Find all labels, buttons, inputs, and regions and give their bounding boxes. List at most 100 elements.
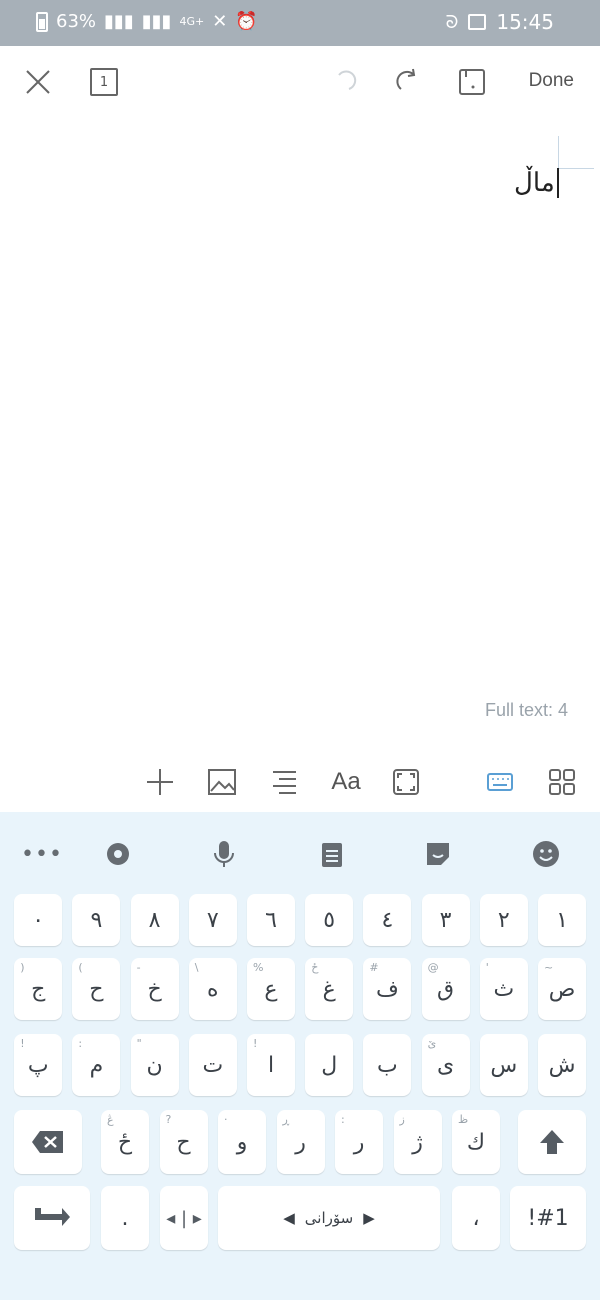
save-button[interactable]	[452, 62, 492, 102]
image-button[interactable]	[202, 762, 242, 802]
page-number: 1	[99, 74, 109, 90]
key-sublabel: \	[194, 961, 199, 974]
period-key[interactable]: .	[101, 1186, 149, 1250]
letter-key[interactable]: ف #	[363, 958, 412, 1020]
battery-icon	[36, 11, 48, 32]
key-label: ل	[321, 1052, 338, 1078]
key-sublabel: "	[136, 1037, 142, 1050]
full-text-count: Full text: 4	[484, 700, 568, 720]
key-label: ٨	[148, 907, 161, 933]
emoji-button[interactable]	[526, 834, 566, 874]
letter-key[interactable]: ح?	[159, 1110, 208, 1174]
done-button[interactable]: Done	[529, 70, 574, 92]
number-key[interactable]: ١	[538, 894, 586, 946]
text-size-button[interactable]: Aa	[326, 762, 366, 802]
letter-key[interactable]: كظ	[452, 1110, 500, 1174]
key-label: ف	[375, 976, 399, 1002]
number-key[interactable]: ٢	[479, 894, 528, 946]
save-icon	[459, 69, 485, 95]
enter-key[interactable]	[14, 1186, 90, 1250]
settings-button[interactable]	[98, 834, 138, 874]
letter-key[interactable]: ه \	[188, 958, 237, 1020]
fit-button[interactable]	[386, 762, 426, 802]
keyboard: ••• ١ ٢ ٣ ٤ ٥ ٦ ٧ ٨ ٩ ٠ ص ~ ث ' ق @ ف # …	[0, 812, 600, 1300]
number-key[interactable]: ٨	[130, 894, 179, 946]
number-key[interactable]: ٣	[421, 894, 470, 946]
letter-key[interactable]: ت	[188, 1034, 237, 1096]
top-toolbar: 1 Done	[0, 46, 600, 116]
letter-key[interactable]: ج)	[14, 958, 63, 1020]
settings-icon	[107, 843, 129, 865]
key-label: ش	[548, 1052, 576, 1078]
letter-key[interactable]: ص ~	[538, 958, 586, 1020]
key-label: ح	[89, 976, 104, 1002]
redo-button[interactable]	[388, 62, 428, 102]
letter-key[interactable]: ل	[305, 1034, 354, 1096]
clock: 15:45	[496, 10, 554, 34]
add-button[interactable]	[140, 762, 180, 802]
number-key[interactable]: ٦	[247, 894, 295, 946]
bottom-tools: Aa	[0, 750, 600, 812]
letter-key[interactable]: خ-	[130, 958, 179, 1020]
letter-key[interactable]: ر:	[335, 1110, 383, 1174]
more-icon: •••	[21, 841, 63, 867]
letter-key[interactable]: ب	[363, 1034, 412, 1096]
letter-key[interactable]: م:	[72, 1034, 121, 1096]
space-key[interactable]: ◀ سۆرانی ▶	[218, 1186, 440, 1250]
number-key[interactable]: ٤	[363, 894, 412, 946]
mic-button[interactable]	[204, 834, 244, 874]
grid-button[interactable]	[542, 762, 582, 802]
letter-key[interactable]: ځڠ	[101, 1110, 149, 1174]
number-key[interactable]: ٩	[72, 894, 121, 946]
letter-key[interactable]: و ·	[218, 1110, 266, 1174]
key-label: ا	[267, 1052, 275, 1078]
letter-key[interactable]: ن "	[130, 1034, 179, 1096]
image-icon	[208, 769, 236, 795]
letter-key[interactable]: ژز	[393, 1110, 442, 1174]
key-label: ٧	[206, 907, 219, 933]
clipboard-icon	[322, 843, 342, 867]
notification-icon: ᘐ	[445, 11, 459, 33]
key-sublabel: ڠ	[107, 1113, 114, 1126]
handwriting-canvas[interactable]: ماڵ Full text: 4	[0, 116, 600, 736]
more-button[interactable]: •••	[21, 834, 63, 874]
key-sublabel: )	[20, 961, 25, 974]
letter-key[interactable]: س	[479, 1034, 528, 1096]
key-sublabel: ڕ	[282, 1113, 290, 1126]
arrow-right-icon: ▶	[363, 1209, 375, 1227]
shift-icon	[540, 1130, 564, 1154]
backspace-key[interactable]	[14, 1110, 82, 1174]
letter-key[interactable]: غځ	[305, 958, 354, 1020]
number-key[interactable]: ٥	[305, 894, 354, 946]
letter-key[interactable]: ش	[538, 1034, 586, 1096]
key-sublabel: ێ	[427, 1037, 437, 1050]
number-key[interactable]: ٠	[14, 894, 63, 946]
page-button[interactable]: 1	[84, 62, 124, 102]
key-label: س	[490, 1052, 518, 1078]
letter-key[interactable]: ع%	[247, 958, 295, 1020]
letter-key[interactable]: ق @	[421, 958, 470, 1020]
key-sublabel: ز	[399, 1113, 405, 1126]
key-label: .	[121, 1205, 129, 1231]
key-label: ع	[264, 976, 278, 1002]
symbols-key[interactable]: !#1	[510, 1186, 586, 1250]
keyboard-toggle-button[interactable]	[480, 762, 520, 802]
undo-button[interactable]	[322, 62, 362, 102]
sticker-button[interactable]	[418, 834, 458, 874]
cursor-move-key[interactable]: ◂ | ▸	[160, 1186, 208, 1250]
letter-key[interactable]: پ!	[14, 1034, 63, 1096]
shift-key[interactable]	[518, 1110, 586, 1174]
letter-key[interactable]: یێ	[421, 1034, 470, 1096]
letter-key[interactable]: ح(	[72, 958, 121, 1020]
align-button[interactable]	[264, 762, 304, 802]
comma-key[interactable]: ،	[452, 1186, 500, 1250]
letter-key[interactable]: ا!	[247, 1034, 295, 1096]
letter-key[interactable]: رڕ	[276, 1110, 325, 1174]
letter-key[interactable]: ث '	[479, 958, 528, 1020]
clipboard-button[interactable]	[312, 834, 352, 874]
number-key[interactable]: ٧	[188, 894, 237, 946]
key-label: خ	[147, 976, 162, 1002]
key-label: پ	[27, 1052, 49, 1078]
close-button[interactable]	[18, 62, 58, 102]
key-sublabel: -	[136, 961, 141, 974]
